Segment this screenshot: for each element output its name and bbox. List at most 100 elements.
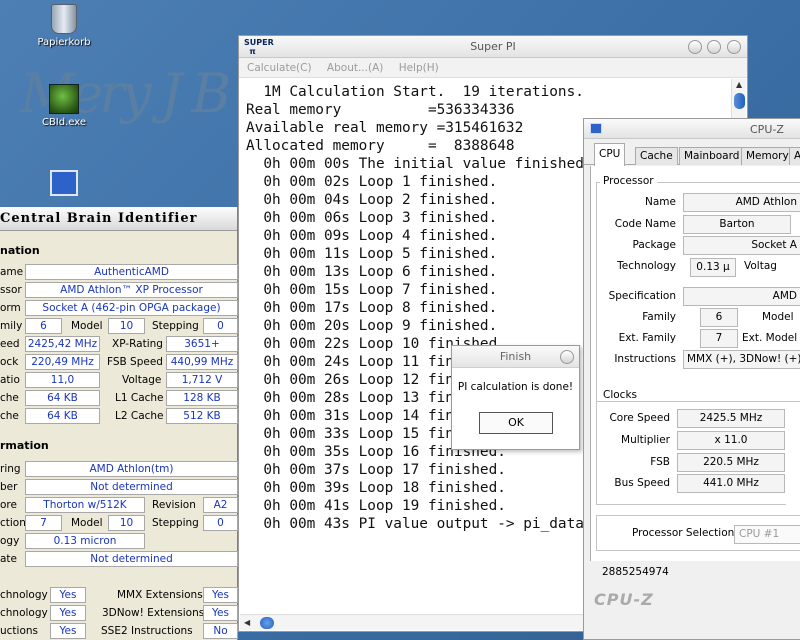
row-label: ber (0, 481, 18, 493)
family-label: Family (642, 311, 676, 323)
superpi-menubar: Calculate(C) About...(A) Help(H) (239, 58, 747, 78)
cbi-row-number: ber Not determined (0, 479, 238, 495)
row-label: atio (0, 374, 20, 386)
cbi-row-platform: orm Socket A (462-pin OPGA package) (0, 300, 238, 316)
row-label: chnology (0, 589, 48, 601)
scroll-up-icon[interactable]: ▲ (736, 80, 742, 89)
codename-label: Code Name (614, 218, 676, 230)
l1-cache-label: L1 Cache (115, 392, 164, 404)
specification-label: Specification (608, 290, 676, 302)
clock-value: 220,49 MHz (25, 354, 100, 370)
desktop-icon-label: CBId.exe (41, 117, 87, 128)
codename-value: Barton (683, 215, 791, 234)
processor-selection-dropdown[interactable]: CPU #1 (734, 525, 800, 544)
specification-value: AMD (683, 287, 800, 306)
ext-family-value: 7 (700, 329, 738, 348)
scroll-left-icon[interactable]: ◀ (244, 618, 250, 627)
desktop-icon-recycle-bin[interactable]: Papierkorb (26, 4, 102, 48)
instructions-value: MMX (+), 3DNow! (+), S (683, 350, 800, 369)
cpuz-titlebar[interactable]: CPU-Z (584, 119, 800, 139)
row-label: uctions (0, 625, 39, 637)
tab-about[interactable]: A (789, 147, 800, 165)
name-label: Name (645, 196, 676, 208)
tab-mainboard[interactable]: Mainboard (679, 147, 745, 165)
core-speed-value: 2425.5 MHz (677, 409, 785, 428)
cbi-row-cache2: che 64 KB L2 Cache 512 KB (0, 408, 238, 424)
family-value: 6 (25, 318, 62, 334)
cbi-row-speed: eed 2425,42 MHz XP-Rating 3651+ (0, 336, 238, 352)
cbi-row-cache1: che 64 KB L1 Cache 128 KB (0, 390, 238, 406)
cbi-row-ratio: atio 11,0 Voltage 1,712 V (0, 372, 238, 388)
cbi-window: Central Brain Identifier nation ame Auth… (0, 207, 238, 640)
cpuz-brand: CPU-Z (594, 590, 654, 609)
menu-help[interactable]: Help(H) (399, 62, 439, 74)
cache2-value: 64 KB (25, 408, 100, 424)
row-label: ssor (0, 284, 22, 296)
model-value: 10 (108, 515, 145, 531)
vendor-value: AuthenticAMD (25, 264, 238, 280)
desktop-icon-cpuz[interactable] (26, 170, 102, 199)
cbi-row-vendor: ame AuthenticAMD (0, 264, 238, 280)
number-value: Not determined (25, 479, 238, 495)
fsb-speed-label: FSB Speed (107, 356, 163, 368)
technology-label: Technology (617, 260, 676, 272)
3dnow-ext-label: 3DNow! Extensions (102, 607, 205, 619)
model-label: Model (71, 320, 103, 332)
row-label: ock (0, 356, 19, 368)
superpi-titlebar[interactable]: SUPER π Super PI (239, 36, 747, 58)
processor-group-label: Processor (600, 175, 657, 187)
tab-cache[interactable]: Cache (635, 147, 678, 165)
finish-titlebar[interactable]: Finish (452, 346, 579, 368)
close-button[interactable] (727, 40, 741, 54)
cpuz-tabs: CPU Cache Mainboard Memory A (584, 143, 800, 166)
cfamily-value: 7 (25, 515, 62, 531)
mmx-ext-label: MMX Extensions (117, 589, 203, 601)
tech2-value: Yes (50, 605, 86, 621)
3dnow-ext-value: Yes (203, 605, 238, 621)
scroll-thumb[interactable] (734, 93, 745, 109)
cbi-row-tech3: uctions Yes SSE2 Instructions No (0, 623, 238, 639)
cache1-value: 64 KB (25, 390, 100, 406)
revision-label: Revision (152, 499, 196, 511)
package-label: Package (632, 239, 676, 251)
close-button[interactable] (560, 350, 574, 364)
row-label: che (0, 392, 19, 404)
ext-model-label: Ext. Model (742, 332, 798, 344)
ok-button[interactable]: OK (479, 412, 553, 434)
row-label: orm (0, 302, 21, 314)
date-value: Not determined (25, 551, 238, 567)
stepping-value: 0 (203, 515, 238, 531)
xp-rating-label: XP-Rating (112, 338, 163, 350)
bus-speed-label: Bus Speed (614, 477, 670, 489)
model-label: Model (71, 517, 103, 529)
bus-speed-value: 441.0 MHz (677, 474, 785, 493)
maximize-button[interactable] (707, 40, 721, 54)
menu-about[interactable]: About...(A) (327, 62, 383, 74)
finish-dialog: Finish PI calculation is done! OK (451, 345, 580, 450)
model-value: 10 (108, 318, 145, 334)
menu-calculate[interactable]: Calculate(C) (247, 62, 312, 74)
stepping-value: 0 (203, 318, 238, 334)
tech1-value: Yes (50, 587, 86, 603)
cpuz-serial: 2885254974 (602, 566, 669, 578)
technology-value: 0.13 µ (690, 258, 736, 277)
tab-memory[interactable]: Memory (741, 147, 794, 165)
cbi-row-cfamily: ction 7 Model 10 Stepping 0 (0, 515, 238, 531)
fsb-speed-value: 440,99 MHz (166, 354, 238, 370)
tech3-value: Yes (50, 623, 86, 639)
row-label: ore (0, 499, 17, 511)
stepping-label: Stepping (152, 320, 199, 332)
l2-cache-value: 512 KB (166, 408, 238, 424)
minimize-button[interactable] (688, 40, 702, 54)
row-label: che (0, 410, 19, 422)
ratio-value: 11,0 (25, 372, 100, 388)
desktop-icon-cbid[interactable]: CBId.exe (26, 84, 102, 128)
cpuz-app-icon (50, 170, 78, 196)
tab-cpu[interactable]: CPU (594, 143, 626, 166)
row-label: mily (0, 320, 23, 332)
cbid-app-icon (49, 84, 79, 114)
cpuz-title: CPU-Z (750, 123, 784, 136)
row-label: ction (0, 517, 26, 529)
scroll-thumb[interactable] (260, 617, 274, 629)
processor-selection-label: Processor Selection (632, 527, 735, 539)
